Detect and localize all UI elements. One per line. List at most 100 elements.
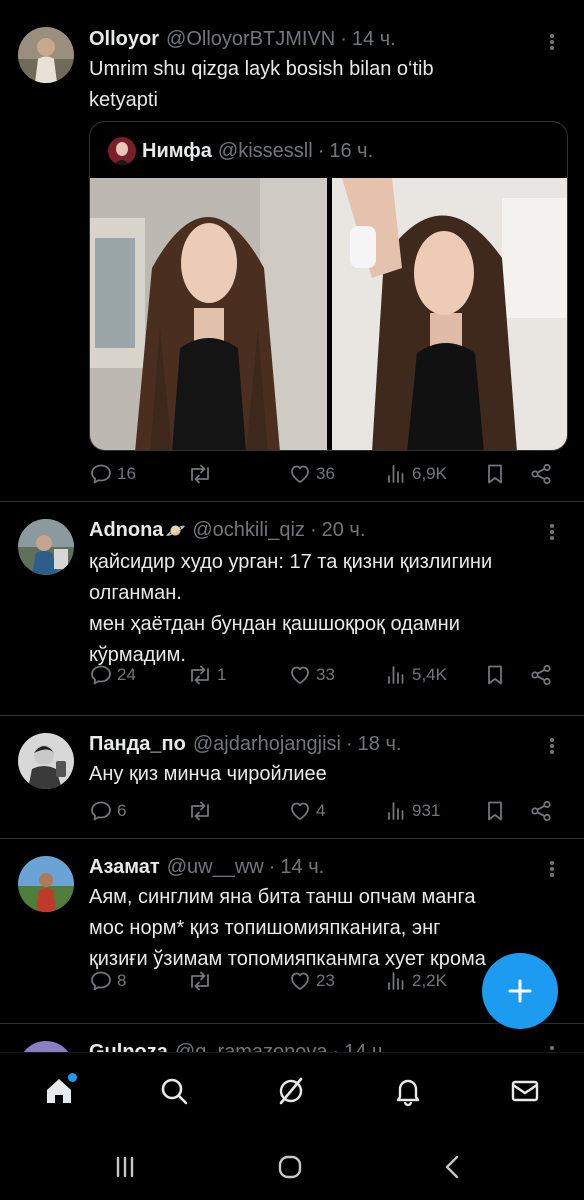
share-button[interactable] (529, 799, 553, 823)
tweet[interactable]: Olloyor @OlloyorBTJMIVN · 14 ч. Umrim sh… (0, 0, 584, 502)
repost-icon (191, 665, 209, 685)
search-icon (161, 1078, 188, 1105)
author-name[interactable]: Панда_по (89, 731, 186, 757)
views-button[interactable]: 2,2K (384, 969, 447, 993)
separator: · (317, 139, 325, 162)
reply-icon (91, 665, 111, 685)
views-button[interactable]: 5,4K (384, 663, 447, 687)
tweet-text: Аям, синглим яна бита танш опчам манга м… (89, 882, 556, 975)
author-name[interactable]: Gulnoza (89, 1039, 168, 1052)
author-handle[interactable]: @g_ramazonova (175, 1039, 328, 1052)
avatar[interactable] (18, 856, 74, 912)
repost-button[interactable] (187, 799, 217, 823)
timeline-feed[interactable]: Olloyor @OlloyorBTJMIVN · 14 ч. Umrim sh… (0, 0, 584, 1052)
timestamp[interactable]: 14 ч. (352, 26, 396, 52)
author-handle[interactable]: @uw__ww (167, 854, 264, 880)
bell-icon (396, 1079, 420, 1107)
bookmark-button[interactable] (483, 462, 507, 486)
like-count: 33 (316, 665, 335, 684)
compose-button[interactable] (482, 953, 558, 1029)
like-button[interactable]: 33 (288, 663, 335, 687)
text-line: Umrim shu qizga layk bosish bilan o‘tib (89, 58, 434, 80)
quote-author-handle: @kissessll (217, 139, 313, 162)
share-icon (531, 800, 551, 822)
like-count: 23 (316, 971, 335, 990)
tweet-header: Olloyor @OlloyorBTJMIVN · 14 ч. (89, 26, 556, 52)
grok-icon (279, 1077, 303, 1105)
repost-icon (191, 971, 209, 991)
text-line: мен ҳаётдан бундан қашшоқроқ одамни (89, 613, 460, 635)
tab-notifications[interactable] (390, 1073, 426, 1109)
share-button[interactable] (529, 462, 553, 486)
tweet-actions: 6 4 931 (89, 796, 560, 826)
tweet-text: қайсидир худо урган: 17 та қизни қизлиги… (89, 547, 556, 671)
repost-icon (191, 464, 209, 484)
bottom-tab-bar (0, 1052, 584, 1128)
avatar[interactable] (18, 733, 74, 789)
like-button[interactable]: 4 (288, 799, 325, 823)
tweet[interactable]: Adnona 🪐 @ochkili_qiz · 20 ч. қайсидир х… (0, 502, 584, 716)
tab-grok[interactable] (273, 1073, 309, 1109)
author-handle[interactable]: @ochkili_qiz (192, 517, 305, 543)
home-system-button[interactable] (275, 1152, 305, 1182)
tweet[interactable]: Gulnoza @g_ramazonova · 14 ч. (0, 1024, 584, 1052)
quote-photo[interactable] (90, 178, 327, 450)
separator: · (346, 733, 353, 755)
recent-apps-button[interactable] (110, 1152, 140, 1182)
home-button-icon (278, 1155, 302, 1179)
tab-messages[interactable] (507, 1073, 543, 1109)
tab-search[interactable] (156, 1073, 192, 1109)
tweet-text: Umrim shu qizga layk bosish bilan o‘tib … (89, 54, 556, 116)
tweet-header: Adnona 🪐 @ochkili_qiz · 20 ч. (89, 517, 556, 545)
repost-button[interactable] (187, 969, 217, 993)
timestamp[interactable]: 14 ч. (344, 1039, 388, 1052)
tweet-header: Азамат @uw__ww · 14 ч. (89, 854, 556, 880)
bookmark-icon (488, 801, 502, 821)
author-name[interactable]: Adnona (89, 517, 163, 543)
author-name[interactable]: Olloyor (89, 26, 159, 52)
reply-button[interactable]: 8 (89, 969, 126, 993)
plus-icon (508, 979, 532, 1003)
timestamp[interactable]: 18 ч. (358, 731, 402, 757)
back-button[interactable] (438, 1152, 468, 1182)
repost-button[interactable]: 1 (187, 663, 226, 687)
views-count: 931 (412, 801, 441, 820)
avatar[interactable] (18, 1041, 74, 1052)
separator: · (268, 856, 276, 878)
views-button[interactable]: 931 (384, 799, 440, 823)
quote-photo[interactable] (332, 178, 567, 450)
author-name[interactable]: Азамат (89, 854, 160, 880)
author-handle[interactable]: @OlloyorBTJMIVN (166, 26, 335, 52)
avatar[interactable] (18, 519, 74, 575)
like-button[interactable]: 23 (288, 969, 335, 993)
share-button[interactable] (529, 663, 553, 687)
tweet-header: Панда_по @ajdarhojangjisi · 18 ч. (89, 731, 556, 757)
author-handle[interactable]: @ajdarhojangjisi (193, 731, 341, 757)
system-navigation-bar (0, 1128, 584, 1200)
tab-home[interactable] (41, 1073, 77, 1109)
like-button[interactable]: 36 (288, 462, 335, 486)
repost-icon (191, 801, 209, 821)
separator: · (309, 519, 317, 541)
share-icon (531, 463, 551, 485)
back-icon (445, 1155, 459, 1179)
repost-button[interactable] (187, 462, 217, 486)
views-button[interactable]: 6,9K (384, 462, 447, 486)
reply-button[interactable]: 24 (89, 663, 136, 687)
avatar[interactable] (18, 27, 74, 83)
timestamp[interactable]: 14 ч. (280, 854, 324, 880)
tweet-actions: 16 36 6,9K (89, 459, 560, 489)
tweet[interactable]: Панда_по @ajdarhojangjisi · 18 ч. Ану қи… (0, 716, 584, 839)
like-count: 36 (316, 464, 335, 483)
bookmark-button[interactable] (483, 663, 507, 687)
views-count: 2,2K (412, 971, 447, 990)
quoted-tweet[interactable]: Нимфа @kissessll · 16 ч. (89, 121, 568, 451)
views-icon (388, 972, 404, 990)
tweet-actions: 24 1 33 5,4K (89, 660, 560, 690)
reply-icon (91, 464, 111, 484)
reply-count: 16 (117, 464, 136, 483)
timestamp[interactable]: 20 ч. (322, 517, 366, 543)
bookmark-button[interactable] (483, 799, 507, 823)
reply-button[interactable]: 16 (89, 462, 136, 486)
reply-button[interactable]: 6 (89, 799, 126, 823)
